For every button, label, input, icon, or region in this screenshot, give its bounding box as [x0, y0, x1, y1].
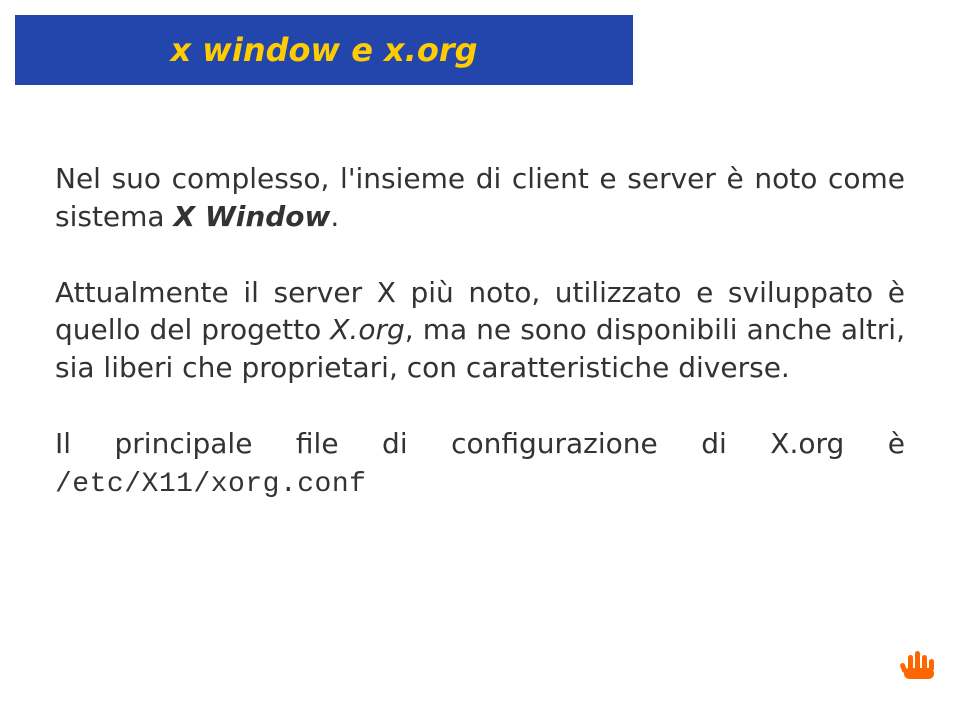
slide-title: x window e x.org — [171, 31, 478, 69]
p3-text-1: Il principale file di configurazione di … — [55, 427, 905, 460]
p2-xorg: X.org — [330, 313, 405, 346]
paragraph-2: Attualmente il server X più noto, utiliz… — [55, 274, 905, 387]
slide-title-bar: x window e x.org — [15, 15, 633, 85]
p3-conf-path: /etc/X11/xorg.conf — [55, 469, 366, 500]
paragraph-3: Il principale file di configurazione di … — [55, 425, 905, 504]
hand-icon — [898, 641, 938, 681]
slide-content: Nel suo complesso, l'insieme di client e… — [55, 160, 905, 542]
p1-xwindow: X Window — [174, 200, 331, 233]
p1-text-3: . — [330, 200, 339, 233]
paragraph-1: Nel suo complesso, l'insieme di client e… — [55, 160, 905, 236]
